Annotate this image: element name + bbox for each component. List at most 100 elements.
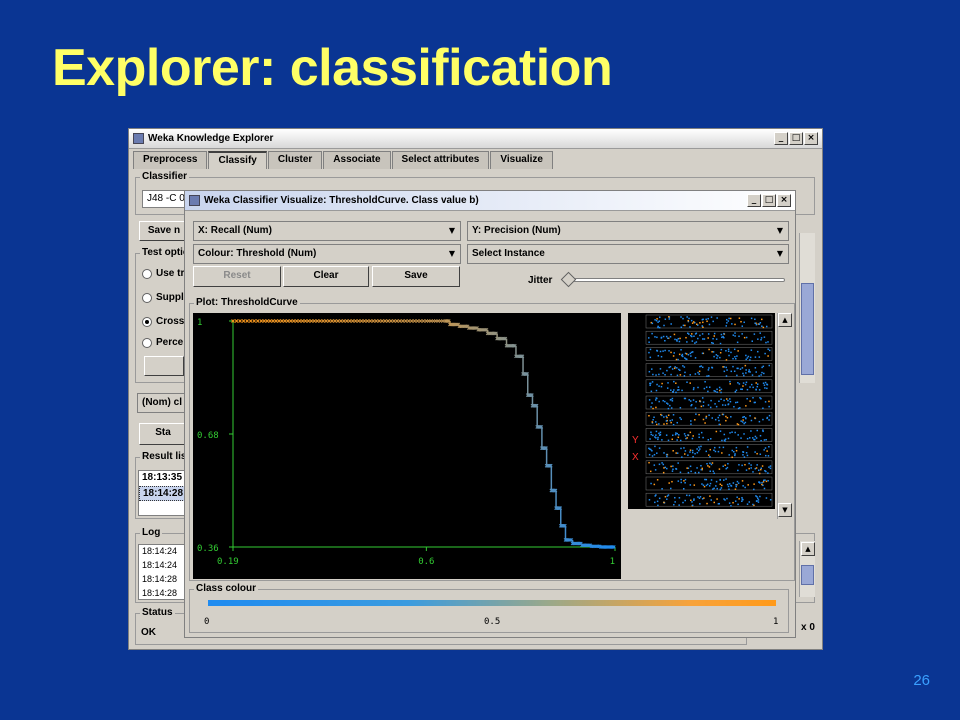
- page-number: 26: [913, 672, 930, 689]
- strip-dot: [657, 504, 659, 507]
- scroll-up-arrow-icon[interactable]: ▲: [778, 313, 792, 327]
- strip-dot: [713, 332, 716, 335]
- result-item[interactable]: 18:13:35: [139, 471, 185, 486]
- strip-dot: [679, 439, 682, 442]
- threshold-curve-plot[interactable]: 1 0.68 0.36 0.19 0.6 1: [193, 313, 621, 579]
- strip-dot: [747, 484, 749, 486]
- tab-cluster[interactable]: Cluster: [267, 151, 323, 169]
- strip-dot: [769, 499, 772, 501]
- data-point: [395, 319, 399, 323]
- reset-button[interactable]: Reset: [193, 266, 281, 287]
- scroll-up-arrow-icon[interactable]: ▲: [801, 542, 815, 556]
- strip-dot: [712, 351, 715, 353]
- strip-dot: [654, 421, 657, 423]
- strip-dot: [672, 423, 675, 426]
- result-item-selected[interactable]: 18:14:28: [139, 486, 185, 501]
- strip-dot: [750, 430, 752, 432]
- maximize-button[interactable]: □: [762, 194, 776, 207]
- jitter-slider-thumb[interactable]: [560, 271, 577, 288]
- data-point: [268, 319, 272, 323]
- strip-dot: [692, 456, 694, 458]
- strip-dot: [733, 348, 736, 351]
- viz-titlebar[interactable]: Weka Classifier Visualize: ThresholdCurv…: [185, 191, 795, 211]
- strip-dot: [769, 465, 772, 467]
- tab-visualize[interactable]: Visualize: [490, 151, 553, 169]
- strip-dot: [707, 333, 710, 335]
- data-point: [339, 319, 343, 323]
- log-scrollbar[interactable]: ▲: [799, 541, 815, 597]
- strip-dot: [672, 414, 675, 416]
- y-axis-select[interactable]: Y: Precision (Num) ▼: [467, 221, 789, 241]
- strip-dot: [745, 336, 748, 339]
- strip-dot: [697, 337, 699, 340]
- strip-dot: [686, 316, 688, 318]
- strip-dot: [673, 389, 675, 391]
- strip-dot: [726, 416, 729, 419]
- data-point: [318, 319, 323, 323]
- radio-use-training-set[interactable]: Use tr: [142, 268, 186, 279]
- more-options-button[interactable]: [144, 356, 184, 376]
- tab-associate[interactable]: Associate: [323, 151, 391, 169]
- strip-dot: [766, 387, 768, 390]
- strip-dot: [659, 350, 662, 353]
- tab-select-attributes[interactable]: Select attributes: [391, 151, 490, 169]
- attribute-scrollbar[interactable]: ▲ ▼: [777, 313, 792, 519]
- log-scrollbar-thumb[interactable]: [801, 565, 814, 585]
- strip-dot: [742, 451, 744, 453]
- strip-dot: [768, 364, 771, 367]
- colour-select[interactable]: Colour: Threshold (Num) ▼: [193, 244, 461, 264]
- strip-dot: [665, 434, 668, 436]
- strip-dot: [742, 419, 744, 421]
- close-button[interactable]: ×: [804, 132, 818, 145]
- strip-dot: [698, 370, 701, 373]
- y-tick-label: 1: [197, 318, 202, 328]
- strip-dot: [735, 389, 738, 392]
- strip-dot: [677, 337, 680, 340]
- clear-button[interactable]: Clear: [283, 266, 369, 287]
- class-attribute-select[interactable]: (Nom) cl: [137, 393, 187, 413]
- scroll-down-arrow-icon[interactable]: ▼: [778, 503, 792, 517]
- radio-percentage-split[interactable]: Perce: [142, 337, 186, 348]
- strip-dot: [733, 450, 735, 453]
- strip-dot: [767, 341, 769, 343]
- x-axis-select[interactable]: X: Recall (Num) ▼: [193, 221, 461, 241]
- minimize-button[interactable]: _: [774, 132, 788, 145]
- data-point: [371, 319, 376, 323]
- radio-supplied-test-set[interactable]: Suppl: [142, 292, 186, 303]
- jitter-slider-track[interactable]: [563, 278, 785, 282]
- maximize-button[interactable]: □: [789, 132, 803, 145]
- close-button[interactable]: ×: [777, 194, 791, 207]
- strip-dot: [713, 355, 715, 358]
- strip-dot: [675, 467, 677, 470]
- tab-preprocess[interactable]: Preprocess: [133, 151, 208, 169]
- strip-dot: [693, 387, 695, 389]
- minimize-button[interactable]: _: [747, 194, 761, 207]
- strip-dot: [744, 421, 747, 424]
- strip-dot: [650, 406, 652, 408]
- y-tick-label: 0.68: [197, 431, 219, 441]
- strip-dot: [723, 370, 726, 373]
- output-scrollbar[interactable]: [799, 233, 815, 383]
- select-instance-select[interactable]: Select Instance ▼: [467, 244, 789, 264]
- explorer-titlebar[interactable]: Weka Knowledge Explorer _ □ ×: [129, 129, 822, 149]
- save-model-button[interactable]: Save n: [139, 221, 189, 241]
- strip-dot: [697, 386, 699, 389]
- radio-cross-validation[interactable]: Cross: [142, 316, 186, 327]
- strip-dot: [751, 374, 754, 376]
- tab-classify[interactable]: Classify: [208, 151, 267, 169]
- strip-dot: [749, 386, 751, 388]
- strip-dot: [720, 388, 723, 391]
- strip-dot: [701, 352, 704, 355]
- strip-dot: [696, 451, 699, 454]
- strip-dot: [657, 355, 660, 357]
- save-plot-button[interactable]: Save: [372, 266, 460, 287]
- output-scrollbar-thumb[interactable]: [801, 283, 814, 375]
- strip-dot: [709, 470, 711, 473]
- strip-dot: [675, 391, 677, 394]
- strip-dot: [682, 317, 684, 320]
- start-button[interactable]: Sta: [139, 423, 187, 445]
- strip-dot: [677, 386, 680, 388]
- strip-dot: [720, 398, 722, 400]
- strip-dot: [734, 454, 736, 457]
- strip-dot: [732, 482, 735, 484]
